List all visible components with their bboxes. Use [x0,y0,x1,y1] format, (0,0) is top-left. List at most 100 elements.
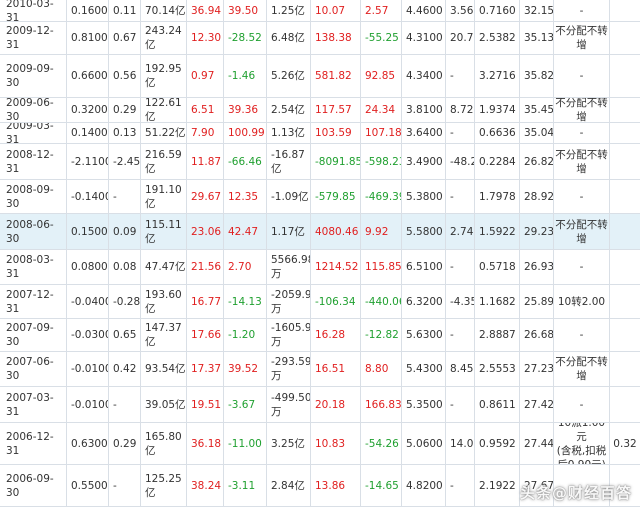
profit-qoq-cell: 24.34 [360,98,401,122]
cash-flow-per-share-cell: 2.5553 [474,352,519,386]
revenue-cell: 70.14亿 [140,0,186,21]
table-row: 2007-12-31 -0.0400 -0.28 193.60 亿 16.77 -14.1… [0,285,640,319]
extra-value-cell [609,352,640,386]
eps-cell: 0.1600 [66,0,108,21]
nav-per-share-cell: 0.56 [108,55,140,97]
net-profit-cell: 2.84亿 [266,465,310,506]
revenue-yoy-cell: 11.87 [186,144,223,179]
extra-value-cell [609,22,640,54]
revenue-yoy-cell: 0.97 [186,55,223,97]
profit-yoy-cell: 10.83 [310,423,360,464]
revenue-cell: 47.47亿 [140,250,186,284]
table-row: 2008-09-30 -0.1400-191.10 亿 29.67 12.35 -1.0… [0,180,640,214]
cash-flow-per-share-cell: 0.2284 [474,144,519,179]
revenue-yoy-cell: 38.24 [186,465,223,506]
eps-cell: 0.6300 [66,423,108,464]
date-cell: 2010-03-31 [6,0,54,21]
profit-qoq-cell: -54.26 [360,423,401,464]
revenue-cell: 147.37 亿 [140,319,186,351]
cash-flow-per-share-cell: 2.1922 [474,465,519,506]
book-value-cell: 6.3200 [401,285,445,318]
profit-qoq-cell: 107.18 [360,123,401,143]
extra-value-cell [609,285,640,318]
revenue-yoy-cell: 21.56 [186,250,223,284]
eps-cell: 0.6600 [66,55,108,97]
cash-flow-per-share-cell: 0.7160 [474,0,519,21]
cash-flow-per-share-cell: 1.7978 [474,180,519,213]
roe-cell: -48.26 [445,144,474,179]
nav-per-share-cell: 0.65 [108,319,140,351]
profit-qoq-cell: -55.25 [360,22,401,54]
profit-qoq-cell: -12.82 [360,319,401,351]
dividend-plan-cell: 10派1.00元 (含税,扣税 后0.90元) [553,423,609,464]
revenue-qoq-cell: -3.11 [223,465,266,506]
eps-cell: 0.1400 [66,123,108,143]
eps-cell: 0.8100 [66,22,108,54]
date-cell: 2007-09-30 [6,322,54,348]
cash-flow-per-share-cell: 2.5382 [474,22,519,54]
extra-value-cell: 0.32 [609,423,640,464]
date-cell: 2008-03-31 [6,254,54,280]
book-value-cell: 5.3800 [401,180,445,213]
revenue-yoy-cell: 23.06 [186,214,223,249]
date-cell: 2008-12-31 [6,148,54,175]
dividend-plan-cell: 不分配不转 增 [553,22,609,54]
profit-yoy-cell: -8091.85 [310,144,360,179]
eps-cell: -0.0300 [66,319,108,351]
roe-cell: - [445,55,474,97]
profit-qoq-cell: -14.65 [360,465,401,506]
eps-cell: 0.0800 [66,250,108,284]
revenue-qoq-cell: 42.47 [223,214,266,249]
book-value-cell: 5.3500 [401,387,445,422]
book-value-cell: 6.5100 [401,250,445,284]
book-value-cell: 5.5800 [401,214,445,249]
book-value-cell: 3.6400 [401,123,445,143]
extra-value-cell [609,144,640,179]
roe-cell: - [445,387,474,422]
date-cell: 2008-09-30 [6,183,54,210]
net-profit-cell: -2059.91 万 [266,285,310,318]
revenue-qoq-cell: 39.36 [223,98,266,122]
revenue-cell: 216.59 亿 [140,144,186,179]
profit-qoq-cell: 92.85 [360,55,401,97]
revenue-cell: 191.10 亿 [140,180,186,213]
profit-yoy-cell: 16.51 [310,352,360,386]
gross-margin-cell: 35.82 [519,55,553,97]
extra-value-cell [609,214,640,249]
revenue-cell: 115.11 亿 [140,214,186,249]
book-value-cell: 4.3100 [401,22,445,54]
revenue-yoy-cell: 12.30 [186,22,223,54]
gross-margin-cell: 27.42 [519,387,553,422]
eps-cell: -0.1400 [66,180,108,213]
revenue-yoy-cell: 36.18 [186,423,223,464]
table-row: 2006-12-31 0.6300 0.29 165.80 亿 36.18 -11.00 3… [0,423,640,465]
book-value-cell: 5.6300 [401,319,445,351]
profit-yoy-cell: 117.57 [310,98,360,122]
nav-per-share-cell: 0.13 [108,123,140,143]
cash-flow-per-share-cell: 0.6636 [474,123,519,143]
profit-yoy-cell: -106.34 [310,285,360,318]
profit-yoy-cell: 16.28 [310,319,360,351]
eps-cell: 0.5500 [66,465,108,506]
dividend-plan-cell: 不分配不转 增 [553,98,609,122]
date-cell: 2009-09-30 [6,63,54,89]
nav-per-share-cell: - [108,180,140,213]
table-row: 2009-06-30 0.3200 0.29 122.61 亿 6.51 39.36 2.5… [0,98,640,123]
nav-per-share-cell: 0.29 [108,423,140,464]
revenue-qoq-cell: 12.35 [223,180,266,213]
roe-cell: - [445,250,474,284]
nav-per-share-cell: 0.09 [108,214,140,249]
extra-value-cell [609,387,640,422]
table-row: 2007-09-30 -0.0300 0.65 147.37 亿 17.66 -1.20-… [0,319,640,352]
nav-per-share-cell: 0.42 [108,352,140,386]
roe-cell: - [445,123,474,143]
date-cell: 2008-06-30 [6,218,54,245]
dividend-plan-cell: - [553,0,609,21]
table-row: 2010-03-31 0.1600 0.11 70.14亿 36.94 39.50 1.25… [0,0,640,22]
gross-margin-cell: 26.68 [519,319,553,351]
eps-cell: -0.0100 [66,387,108,422]
profit-qoq-cell: 9.92 [360,214,401,249]
revenue-qoq-cell: 39.52 [223,352,266,386]
eps-cell: 0.3200 [66,98,108,122]
revenue-yoy-cell: 6.51 [186,98,223,122]
